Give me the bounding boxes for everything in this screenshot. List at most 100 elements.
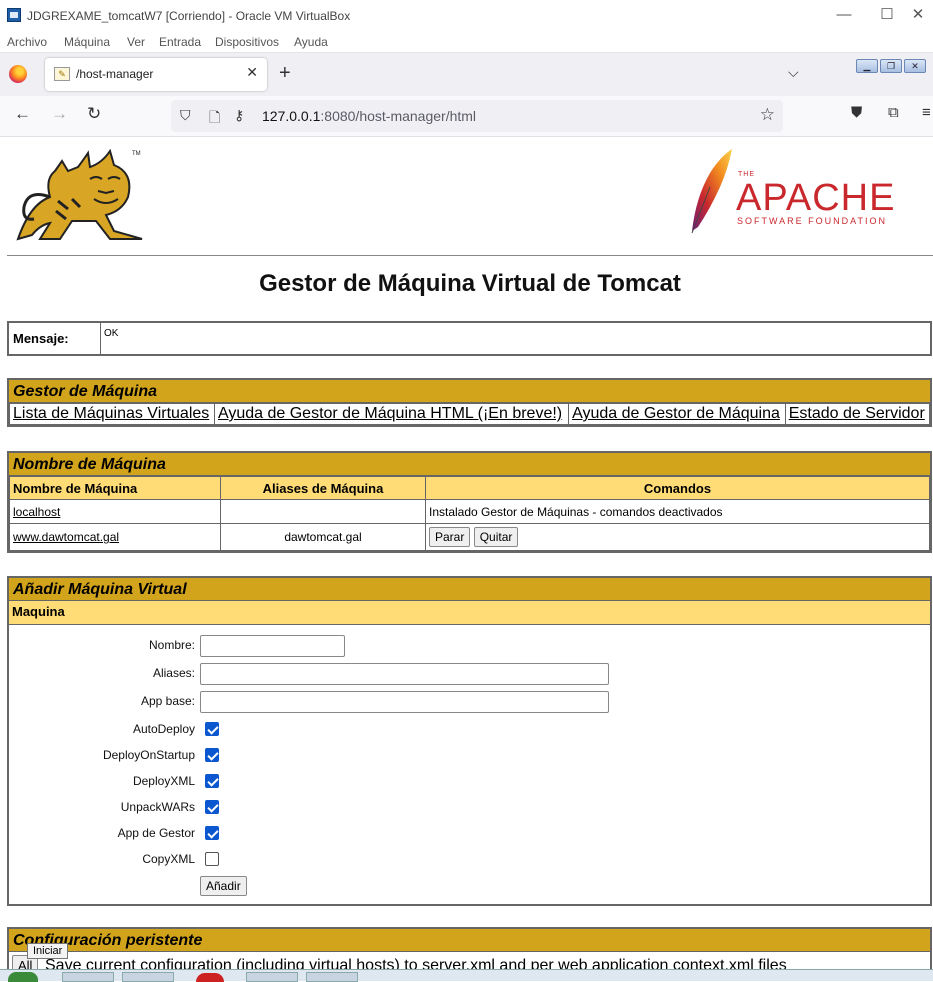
guest-minimize-icon[interactable]: ▁	[856, 59, 878, 73]
add-host-title: Añadir Máquina Virtual	[9, 578, 930, 601]
maximize-window-button[interactable]: ☐	[872, 4, 902, 26]
key-icon[interactable]: ⚷	[234, 107, 244, 124]
host-commands-text: Instalado Gestor de Máquinas - comandos …	[425, 499, 930, 524]
autodeploy-row: AutoDeploy	[9, 719, 929, 741]
firefox-icon[interactable]	[9, 65, 27, 83]
link-html-help[interactable]: Ayuda de Gestor de Máquina HTML (¡En bre…	[218, 405, 562, 422]
apache-subtitle: SOFTWARE FOUNDATION	[737, 216, 887, 226]
submit-row: Añadir	[9, 876, 929, 898]
deployxml-row: DeployXML	[9, 771, 929, 793]
menu-dispositivos[interactable]: Dispositivos	[215, 35, 279, 49]
aliases-label: Aliases:	[152, 666, 195, 680]
manager-app-row: App de Gestor	[9, 823, 929, 845]
tab-title: /host-manager	[76, 67, 154, 81]
appbase-label: App base:	[140, 694, 195, 708]
manager-app-label: App de Gestor	[117, 826, 195, 840]
add-host-subtitle: Maquina	[9, 601, 930, 625]
vbox-menu-bar: Archivo Máquina Ver Entrada Dispositivos…	[0, 31, 933, 53]
link-list-vhosts[interactable]: Lista de Máquinas Virtuales	[13, 405, 209, 422]
url-text[interactable]: 127.0.0.1:8080/host-manager/html	[262, 108, 476, 124]
browser-tab-strip: ✎ /host-manager ✕ + ⌵	[0, 53, 933, 96]
guest-close-icon[interactable]: ✕	[904, 59, 926, 73]
col-commands: Comandos	[425, 476, 930, 500]
close-tab-icon[interactable]: ✕	[246, 64, 258, 81]
page-title: Gestor de Máquina Virtual de Tomcat	[259, 270, 681, 297]
link-server-status[interactable]: Estado de Servidor	[789, 405, 925, 422]
host-manager-title: Gestor de Máquina	[9, 380, 930, 403]
deployonstartup-checkbox[interactable]	[205, 748, 219, 762]
menu-maquina[interactable]: Máquina	[64, 35, 110, 49]
apache-logo[interactable]: THE APACHE SOFTWARE FOUNDATION	[688, 147, 908, 235]
forward-arrow-icon[interactable]: →	[51, 104, 68, 124]
remove-host-button[interactable]: Quitar	[473, 527, 519, 547]
pocket-icon[interactable]: ⛊	[851, 104, 862, 121]
host-aliases: dawtomcat.gal	[220, 523, 426, 551]
menu-icon[interactable]: ≡	[922, 104, 931, 121]
appbase-row: App base:	[9, 691, 929, 713]
autodeploy-label: AutoDeploy	[132, 722, 195, 736]
new-tab-icon[interactable]: +	[279, 62, 291, 85]
tomcat-logo-icon[interactable]: TM	[10, 149, 150, 244]
taskbar	[0, 969, 933, 982]
unpackwars-checkbox[interactable]	[205, 800, 219, 814]
host-link-localhost[interactable]: localhost	[13, 505, 60, 519]
page-icon[interactable]: 🗋	[209, 107, 220, 131]
name-input[interactable]	[200, 635, 345, 657]
manager-app-checkbox[interactable]	[205, 826, 219, 840]
table-row: www.dawtomcat.gal dawtomcat.gal Parar Qu…	[9, 523, 930, 551]
host-list-section: Nombre de Máquina Nombre de Máquina Alia…	[7, 451, 932, 553]
tomcat-favicon-icon: ✎	[54, 67, 70, 81]
deployonstartup-label: DeployOnStartup	[102, 748, 195, 762]
name-row: Nombre:	[9, 635, 929, 657]
add-host-button[interactable]: Añadir	[200, 876, 247, 896]
close-window-button[interactable]: ✕	[903, 4, 933, 26]
message-value: OK	[100, 322, 931, 355]
page-content: TM THE APACHE SOFTWARE FOUNDATION Gestor…	[0, 137, 933, 969]
unpackwars-label: UnpackWARs	[120, 800, 195, 814]
table-row: localhost Instalado Gestor de Máquinas -…	[9, 499, 930, 524]
extensions-icon[interactable]: ⧉	[888, 104, 899, 121]
guest-window-controls: ▁ ❐ ✕	[856, 56, 933, 73]
unpackwars-row: UnpackWARs	[9, 797, 929, 819]
message-box: Mensaje: OK	[7, 321, 932, 356]
list-tabs-chevron-down-icon[interactable]: ⌵	[788, 64, 799, 81]
reload-icon[interactable]: ↻	[87, 104, 101, 124]
tab-host-manager[interactable]: ✎ /host-manager ✕	[45, 58, 267, 91]
col-host-aliases: Aliases de Máquina	[220, 476, 426, 500]
apache-wordmark: APACHE	[736, 177, 896, 219]
host-link-dawtomcat[interactable]: www.dawtomcat.gal	[13, 530, 119, 544]
autodeploy-checkbox[interactable]	[205, 722, 219, 736]
menu-ayuda[interactable]: Ayuda	[294, 35, 328, 49]
menu-archivo[interactable]: Archivo	[7, 35, 47, 49]
aliases-row: Aliases:	[9, 663, 929, 685]
persist-description: Save current configuration (including vi…	[45, 957, 787, 969]
stop-host-button[interactable]: Parar	[429, 527, 471, 547]
back-arrow-icon[interactable]: ←	[14, 104, 31, 124]
aliases-input[interactable]	[200, 663, 609, 685]
copyxml-checkbox[interactable]	[205, 852, 219, 866]
guest-restore-icon[interactable]: ❐	[880, 59, 902, 73]
deployxml-checkbox[interactable]	[205, 774, 219, 788]
host-aliases	[220, 499, 426, 524]
host-manager-section: Gestor de Máquina Lista de Máquinas Virt…	[7, 378, 932, 427]
col-host-name: Nombre de Máquina	[9, 476, 221, 500]
menu-ver[interactable]: Ver	[127, 35, 145, 49]
svg-text:TM: TM	[132, 151, 141, 157]
divider	[7, 255, 933, 256]
shield-icon[interactable]: ⛉	[180, 107, 191, 124]
menu-entrada[interactable]: Entrada	[159, 35, 201, 49]
host-list-title: Nombre de Máquina	[9, 453, 930, 476]
persist-section: Configuración peristente All Save curren…	[7, 927, 932, 969]
add-host-section: Añadir Máquina Virtual Maquina Nombre: A…	[7, 576, 932, 906]
bookmark-star-icon[interactable]: ☆	[760, 105, 775, 125]
appbase-input[interactable]	[200, 691, 609, 713]
link-manager-help[interactable]: Ayuda de Gestor de Máquina	[572, 405, 780, 422]
host-table: Nombre de Máquina Aliases de Máquina Com…	[9, 476, 930, 551]
vbox-title-bar: JDGREXAME_tomcatW7 [Corriendo] - Oracle …	[0, 0, 933, 31]
deployonstartup-row: DeployOnStartup	[9, 745, 929, 767]
url-bar[interactable]: ⛉ 🗋 ⚷ 127.0.0.1:8080/host-manager/html ☆	[171, 100, 783, 132]
minimize-window-button[interactable]: —	[829, 4, 859, 26]
virtualbox-icon	[7, 8, 21, 22]
message-label: Mensaje:	[8, 322, 101, 355]
copyxml-label: CopyXML	[142, 852, 195, 866]
